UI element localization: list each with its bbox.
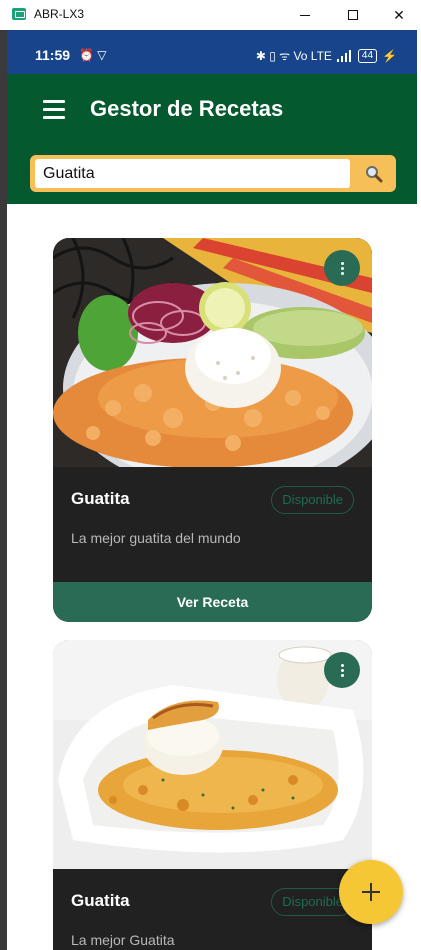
battery-icon: 44 <box>357 48 378 63</box>
status-bar: 11:59 ⏰ ▽ ✱ ▯ ᯤ Vo LTE 44 ⚡ <box>7 30 417 74</box>
recipe-image <box>53 238 372 467</box>
status-left-icons: ⏰ ▽ <box>79 48 107 62</box>
card-menu-button[interactable] <box>324 250 360 286</box>
view-recipe-button[interactable]: Ver Receta <box>53 582 372 622</box>
recipe-title: Guatita <box>71 489 130 508</box>
status-right-icons: ✱ ▯ ᯤ Vo LTE 44 ⚡ <box>256 47 397 64</box>
signal-icons: ✱ ▯ ᯤ Vo LTE <box>255 49 332 63</box>
app-header: Gestor de Recetas <box>7 74 417 204</box>
recipe-card: Guatita Disponible La mejor guatita del … <box>53 238 372 622</box>
close-button[interactable]: ✕ <box>376 0 421 30</box>
window-title-bar: ABR-LX3 ✕ <box>0 0 421 30</box>
window-title: ABR-LX3 <box>34 7 85 21</box>
search-input[interactable] <box>35 159 350 188</box>
close-icon: ✕ <box>393 6 405 23</box>
maximize-button[interactable] <box>330 0 376 30</box>
search-bar <box>30 155 396 192</box>
status-badge: Disponible <box>271 486 354 514</box>
recipe-image <box>53 640 372 869</box>
app-title: Gestor de Recetas <box>90 96 284 121</box>
plus-icon <box>362 883 380 901</box>
search-icon <box>366 165 383 182</box>
more-vert-icon <box>340 261 344 275</box>
status-time: 11:59 <box>35 47 71 63</box>
card-menu-button[interactable] <box>324 652 360 688</box>
minimize-button[interactable] <box>282 0 328 30</box>
window-left-edge <box>0 30 7 950</box>
phone-screen: 11:59 ⏰ ▽ ✱ ▯ ᯤ Vo LTE 44 ⚡ Gestor de Re… <box>7 30 417 950</box>
menu-icon[interactable] <box>43 100 65 120</box>
charging-icon: ⚡ <box>382 48 397 63</box>
add-recipe-button[interactable] <box>339 860 403 924</box>
recipe-card: Guatita Disponible La mejor Guatita <box>53 640 372 950</box>
recipe-list[interactable]: Guatita Disponible La mejor guatita del … <box>7 204 417 950</box>
maximize-icon <box>348 10 358 20</box>
search-button[interactable] <box>352 155 396 192</box>
recipe-description: La mejor Guatita <box>71 932 175 948</box>
recipe-description: La mejor guatita del mundo <box>71 530 241 546</box>
app-window-icon <box>12 8 26 20</box>
more-vert-icon <box>340 663 344 677</box>
minimize-icon <box>300 14 310 16</box>
cell-signal-icon <box>336 49 351 62</box>
recipe-title: Guatita <box>71 891 130 910</box>
